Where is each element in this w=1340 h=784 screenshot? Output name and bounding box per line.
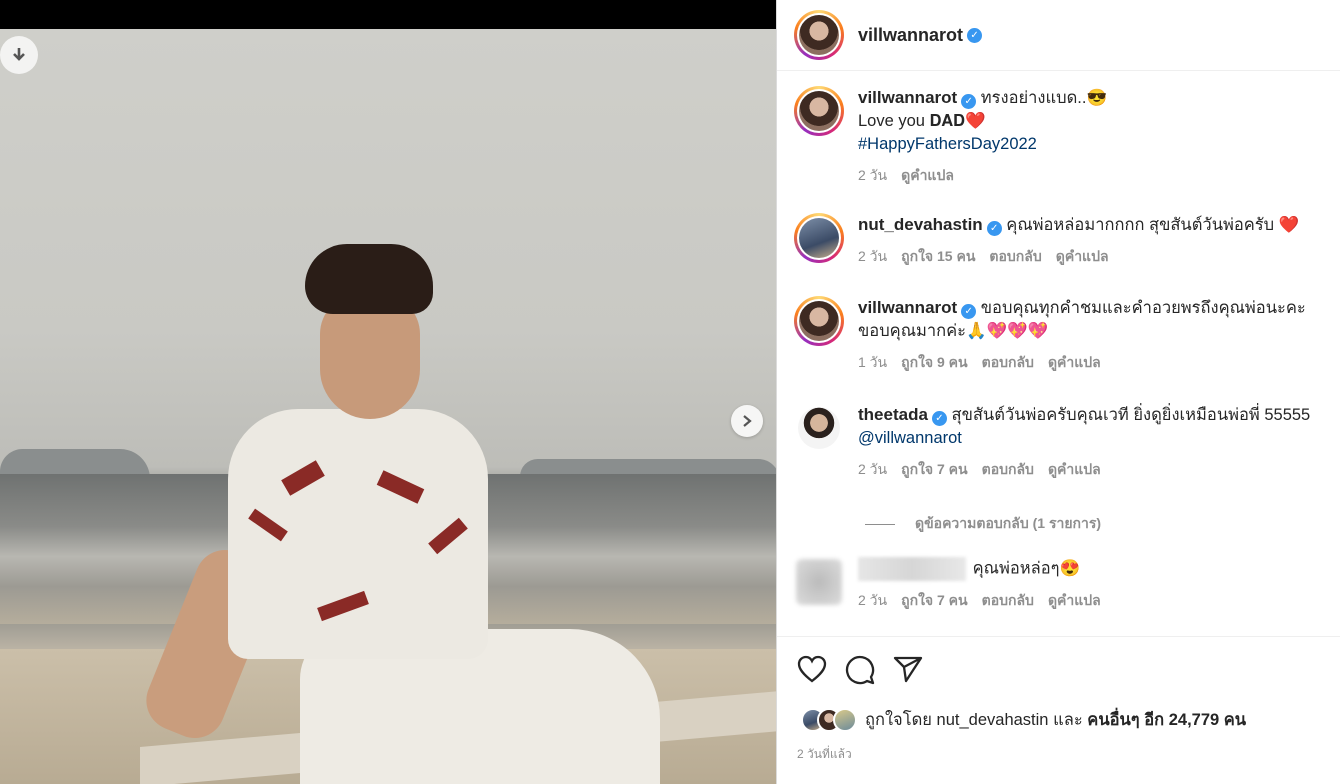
heart-icon[interactable] bbox=[797, 655, 827, 683]
comment: คุณพ่อหล่อๆ😍 2 วัน ถูกใจ 7 คน ตอบกลับ ดู… bbox=[794, 557, 1334, 612]
comment: nut_devahastin ✓ คุณพ่อหล่อมากกกก สุขสันต… bbox=[794, 213, 1334, 268]
comment-time[interactable]: 2 วัน bbox=[858, 589, 887, 612]
author-username[interactable]: villwannarot bbox=[858, 25, 963, 46]
comment-username[interactable]: theetada bbox=[858, 405, 928, 424]
comment: villwannarot ✓ ขอบคุณทุกคำชมและคำอวยพรถึง… bbox=[794, 296, 1334, 374]
comment-likes[interactable]: ถูกใจ 7 คน bbox=[901, 589, 968, 612]
photo-person-hair bbox=[305, 244, 433, 314]
shirt-pattern bbox=[376, 470, 425, 504]
download-button[interactable] bbox=[0, 36, 38, 74]
verified-badge-icon: ✓ bbox=[961, 304, 977, 319]
comment-time[interactable]: 2 วัน bbox=[858, 245, 887, 268]
reply-button[interactable]: ตอบกลับ bbox=[982, 351, 1034, 374]
verified-badge-icon: ✓ bbox=[931, 411, 947, 426]
reply-button[interactable]: ตอบกลับ bbox=[982, 458, 1034, 481]
post-time[interactable]: 2 วันที่แล้ว bbox=[797, 745, 852, 764]
reply-button[interactable]: ตอบกลับ bbox=[982, 589, 1034, 612]
post-sidebar: villwannarot ✓ villwannarot ✓ ทรงอย่างแบด… bbox=[776, 0, 1340, 784]
post-media-pane bbox=[0, 0, 776, 784]
download-icon bbox=[13, 48, 25, 61]
comment-username[interactable]: villwannarot bbox=[858, 298, 957, 317]
view-replies-button[interactable]: ดูข้อความตอบกลับ (1 รายการ) bbox=[865, 513, 1101, 535]
view-replies-label: ดูข้อความตอบกลับ (1 รายการ) bbox=[915, 515, 1102, 531]
comment-likes[interactable]: ถูกใจ 7 คน bbox=[901, 458, 968, 481]
shirt-pattern bbox=[428, 517, 468, 555]
translate-button[interactable]: ดูคำแปล bbox=[1056, 245, 1109, 268]
chevron-right-icon bbox=[743, 415, 752, 427]
photo-person-shirt bbox=[228, 409, 488, 659]
shirt-pattern bbox=[317, 590, 369, 622]
verified-badge-icon: ✓ bbox=[986, 221, 1002, 236]
comment-time[interactable]: 1 วัน bbox=[858, 351, 887, 374]
comment: theetada ✓ สุขสันต์วันพ่อครับคุณเวที ยิ่ง… bbox=[794, 403, 1334, 481]
comment-time[interactable]: 2 วัน bbox=[858, 458, 887, 481]
author-avatar[interactable] bbox=[794, 10, 844, 60]
post-actions: ถูกใจโดย nut_devahastin และ คนอื่นๆ อีก … bbox=[777, 636, 1340, 761]
comment-text: คุณพ่อหล่อมากกกก สุขสันต์วันพ่อครับ ❤️ bbox=[1006, 216, 1300, 234]
translate-button[interactable]: ดูคำแปล bbox=[1048, 351, 1101, 374]
translate-button[interactable]: ดูคำแปล bbox=[1048, 589, 1101, 612]
comment-text: Love you 𝐃𝐀𝐃❤️ bbox=[858, 112, 986, 130]
comment-text: ขอบคุณมากค่ะ🙏💖💖💖 bbox=[858, 322, 1049, 340]
comment-username[interactable]: nut_devahastin bbox=[858, 215, 983, 234]
comment-avatar[interactable] bbox=[794, 213, 844, 263]
post-header: villwannarot ✓ bbox=[777, 0, 1340, 71]
comment-text: สุขสันต์วันพ่อครับคุณเวที ยิ่งดูยิ่งเหมื… bbox=[951, 406, 1311, 424]
liked-by-avatars bbox=[801, 708, 857, 732]
next-slide-button[interactable] bbox=[731, 405, 763, 437]
comment-text: ขอบคุณทุกคำชมและคำอวยพรถึงคุณพ่อนะคะ bbox=[980, 299, 1306, 317]
comment-likes[interactable]: ถูกใจ 15 คน bbox=[901, 245, 975, 268]
blurred-username[interactable] bbox=[858, 557, 966, 581]
liked-by-others[interactable]: คนอื่นๆ อีก 24,779 คน bbox=[1087, 707, 1246, 733]
shirt-pattern bbox=[248, 508, 288, 542]
share-icon[interactable] bbox=[893, 655, 923, 683]
translate-button[interactable]: ดูคำแปล bbox=[1048, 458, 1101, 481]
post-photo bbox=[0, 29, 776, 784]
replies-divider bbox=[865, 523, 895, 525]
comment-avatar[interactable] bbox=[794, 86, 844, 136]
mention-link[interactable]: @villwannarot bbox=[858, 427, 1310, 450]
comment-text: ทรงอย่างแบด..😎 bbox=[980, 89, 1108, 107]
hashtag-link[interactable]: #HappyFathersDay2022 bbox=[858, 133, 1107, 156]
comments-list: villwannarot ✓ ทรงอย่างแบด..😎 Love you 𝐃𝐀… bbox=[777, 71, 1340, 635]
verified-badge-icon: ✓ bbox=[967, 27, 983, 43]
comment-icon[interactable] bbox=[845, 655, 875, 685]
translate-button[interactable]: ดูคำแปล bbox=[901, 164, 954, 187]
liked-by-user[interactable]: nut_devahastin bbox=[937, 711, 1049, 730]
comment-avatar[interactable] bbox=[798, 407, 840, 449]
liked-by[interactable]: ถูกใจโดย nut_devahastin และ คนอื่นๆ อีก … bbox=[801, 707, 1246, 733]
liked-by-and: และ bbox=[1053, 711, 1083, 729]
comment-username[interactable]: villwannarot bbox=[858, 88, 957, 107]
reply-button[interactable]: ตอบกลับ bbox=[989, 245, 1041, 268]
comment-text: คุณพ่อหล่อๆ😍 bbox=[972, 559, 1081, 578]
comment-avatar[interactable] bbox=[794, 296, 844, 346]
shirt-pattern bbox=[281, 460, 325, 496]
comment-likes[interactable]: ถูกใจ 9 คน bbox=[901, 351, 968, 374]
comment-time[interactable]: 2 วัน bbox=[858, 164, 887, 187]
comment-avatar[interactable] bbox=[796, 559, 842, 605]
verified-badge-icon: ✓ bbox=[961, 94, 977, 109]
liked-by-prefix: ถูกใจโดย bbox=[865, 711, 932, 729]
caption-comment: villwannarot ✓ ทรงอย่างแบด..😎 Love you 𝐃𝐀… bbox=[794, 86, 1334, 187]
avatar bbox=[833, 708, 857, 732]
